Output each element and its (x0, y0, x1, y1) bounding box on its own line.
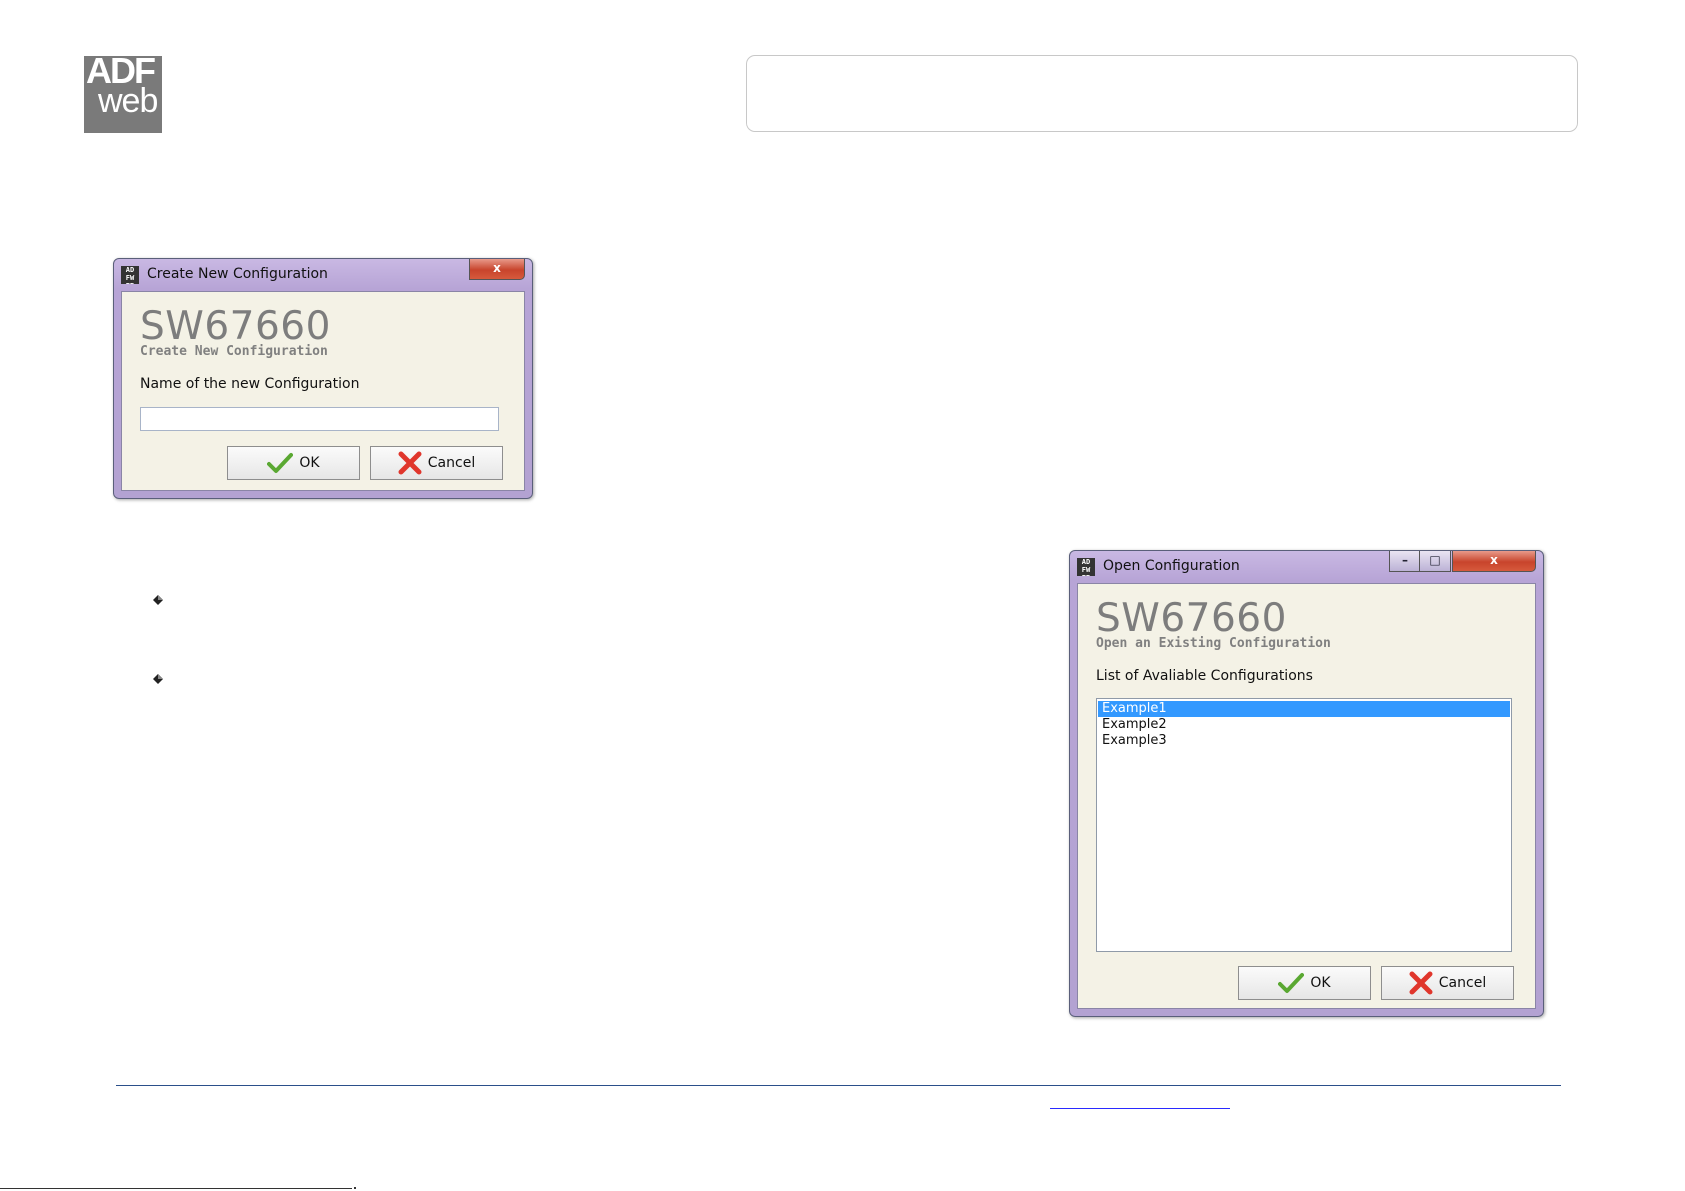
create-dialog-titlebar[interactable]: ADFWEB Create New Configuration x (114, 259, 532, 291)
list-item[interactable]: Example1 (1098, 701, 1510, 717)
red-x-icon (1409, 971, 1433, 995)
new-config-name-label: Name of the new Configuration (140, 376, 360, 392)
diamond-bullet-icon (153, 595, 163, 605)
list-item[interactable]: Example2 (1098, 717, 1510, 733)
create-dialog-subtitle: Create New Configuration (140, 344, 328, 359)
footer-rule (116, 1085, 1561, 1086)
create-dialog-body: SW67660 Create New Configuration Name of… (121, 291, 525, 491)
create-ok-label: OK (299, 455, 320, 471)
create-cancel-label: Cancel (427, 455, 476, 471)
header-box (746, 55, 1578, 132)
open-dialog-title: Open Configuration (1103, 558, 1240, 574)
logo-text-bottom: web (98, 82, 158, 120)
red-x-icon (398, 451, 422, 475)
app-icon: ADFWEB (121, 266, 139, 284)
create-config-dialog: ADFWEB Create New Configuration x SW6766… (113, 258, 533, 499)
footnote-dot (354, 1187, 356, 1189)
create-dialog-app-name: SW67660 (140, 304, 331, 349)
create-dialog-close-button[interactable]: x (469, 259, 525, 280)
app-icon: ADFWEB (1077, 558, 1095, 576)
open-dialog-close-button[interactable]: x (1452, 551, 1536, 572)
config-list-label: List of Avaliable Configurations (1096, 668, 1313, 684)
footer-link-underline[interactable] (1050, 1108, 1230, 1109)
list-item[interactable]: Example3 (1098, 733, 1510, 749)
open-dialog-body: SW67660 Open an Existing Configuration L… (1077, 583, 1536, 1009)
open-config-dialog: ADFWEB Open Configuration – □ x SW67660 … (1069, 550, 1544, 1017)
diamond-bullet-icon (153, 674, 163, 684)
green-check-icon (267, 453, 294, 473)
minimize-button[interactable]: – (1389, 551, 1421, 572)
config-listbox[interactable]: Example1 Example2 Example3 (1096, 698, 1512, 952)
open-dialog-subtitle: Open an Existing Configuration (1096, 636, 1331, 651)
create-ok-button[interactable]: OK (227, 446, 360, 480)
open-dialog-titlebar[interactable]: ADFWEB Open Configuration – □ x (1070, 551, 1543, 583)
create-cancel-button[interactable]: Cancel (370, 446, 503, 480)
open-dialog-app-name: SW67660 (1096, 596, 1287, 641)
new-config-name-input[interactable] (140, 407, 499, 431)
footnote-rule (0, 1188, 352, 1189)
open-ok-label: OK (1310, 975, 1331, 991)
open-cancel-button[interactable]: Cancel (1381, 966, 1514, 1000)
create-dialog-title: Create New Configuration (147, 266, 328, 282)
adfweb-logo: ADF web (84, 56, 162, 133)
green-check-icon (1278, 973, 1305, 993)
open-cancel-label: Cancel (1438, 975, 1487, 991)
maximize-button[interactable]: □ (1419, 551, 1451, 572)
open-ok-button[interactable]: OK (1238, 966, 1371, 1000)
